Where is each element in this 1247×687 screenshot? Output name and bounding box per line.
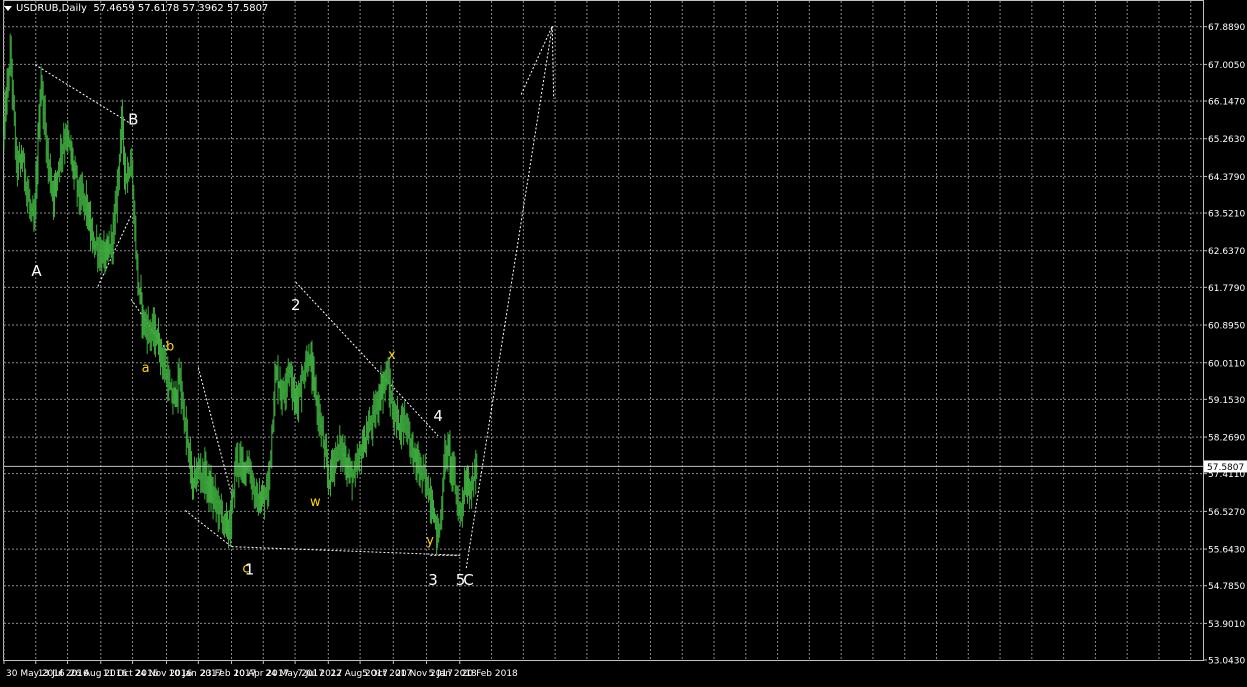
y-tick-label: 60.8950 bbox=[1208, 322, 1245, 332]
y-tick-label: 53.0430 bbox=[1208, 657, 1245, 667]
y-tick-label: 55.6430 bbox=[1208, 546, 1245, 556]
wave-label: B bbox=[128, 110, 138, 128]
y-tick-label: 53.9010 bbox=[1208, 620, 1245, 630]
ohlc-readout: 57.4659 57.6178 57.3962 57.5807 bbox=[93, 3, 269, 14]
y-tick-label: 54.7850 bbox=[1208, 582, 1245, 592]
y-tick-label: 59.1530 bbox=[1208, 396, 1245, 406]
y-tick-label: 65.2630 bbox=[1208, 135, 1245, 145]
y-tick-label: 56.5270 bbox=[1208, 508, 1245, 518]
chart-canvas[interactable]: 57.5807 ABabc12wx4y35C 69.631068.747067.… bbox=[0, 0, 1247, 683]
wave-label: y bbox=[426, 534, 434, 549]
symbol-label: USDRUB,Daily bbox=[16, 3, 87, 14]
y-tick-label: 64.3790 bbox=[1208, 173, 1245, 183]
y-tick-label: 67.8890 bbox=[1208, 23, 1245, 33]
y-tick-label: 67.0050 bbox=[1208, 61, 1245, 71]
dropdown-triangle-icon[interactable] bbox=[4, 5, 12, 11]
y-tick-label: 62.6370 bbox=[1208, 247, 1245, 257]
wave-label: 2 bbox=[291, 296, 301, 314]
wave-label: a bbox=[142, 361, 150, 376]
y-tick-label: 61.7790 bbox=[1208, 284, 1245, 294]
wave-label: x bbox=[388, 348, 396, 363]
y-tick-label: 63.5210 bbox=[1208, 210, 1245, 220]
wave-label: 1 bbox=[245, 560, 255, 578]
wave-label: A bbox=[31, 262, 42, 280]
y-tick-label: 66.1470 bbox=[1208, 98, 1245, 108]
wave-label: 3 bbox=[428, 571, 438, 589]
price-chart[interactable]: 57.5807 ABabc12wx4y35C 69.631068.747067.… bbox=[0, 0, 1247, 683]
y-tick-label: 57.4110 bbox=[1208, 470, 1245, 480]
wave-label: 4 bbox=[433, 407, 443, 425]
x-tick-label: 20 Feb 2018 bbox=[462, 669, 518, 679]
y-tick-label: 60.0110 bbox=[1208, 359, 1245, 369]
chart-header: USDRUB,Daily 57.4659 57.6178 57.3962 57.… bbox=[4, 3, 268, 14]
wave-label: b bbox=[166, 339, 174, 354]
wave-label: w bbox=[310, 495, 321, 510]
wave-label: C bbox=[463, 571, 473, 589]
y-tick-label: 58.2690 bbox=[1208, 434, 1245, 444]
